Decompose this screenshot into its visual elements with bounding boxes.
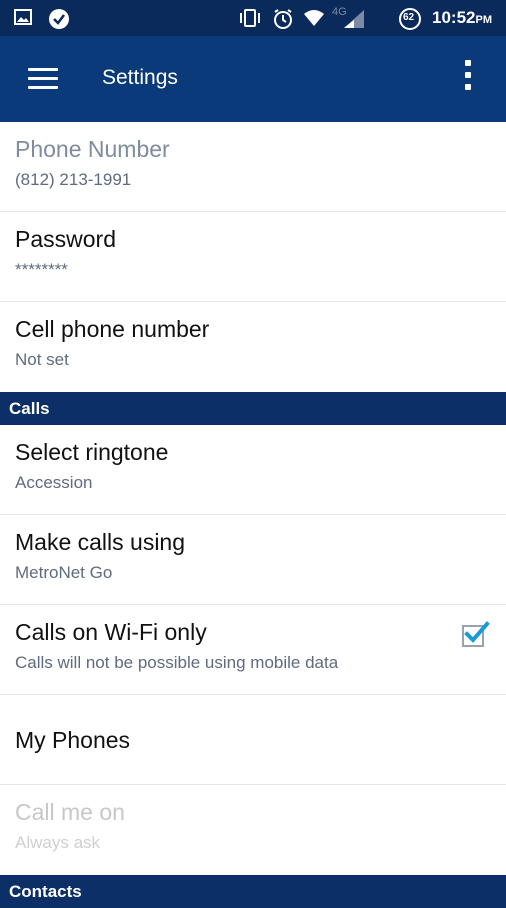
battery-level: 62 xyxy=(403,12,415,23)
more-options-icon[interactable] xyxy=(460,60,476,96)
page-title: Settings xyxy=(102,66,178,89)
cell-phone-number-item[interactable]: Cell phone number Not set xyxy=(0,302,506,392)
clock-time: 10:52 xyxy=(432,8,476,27)
call-me-on-item[interactable]: Call me on Always ask xyxy=(0,785,506,875)
clock-ampm: PM xyxy=(475,14,493,26)
my-phones-title: My Phones xyxy=(15,727,131,753)
wifi-icon xyxy=(302,8,326,33)
section-header-calls: Calls xyxy=(0,392,506,425)
settings-list: Phone Number (812) 213-1991 Password ***… xyxy=(0,122,506,908)
select-ringtone-value: Accession xyxy=(15,473,93,492)
make-calls-using-item[interactable]: Make calls using MetroNet Go xyxy=(0,515,506,605)
my-phones-item[interactable]: My Phones xyxy=(0,695,506,785)
image-icon xyxy=(14,8,32,31)
phone-number-item[interactable]: Phone Number (812) 213-1991 xyxy=(0,122,506,212)
clock: 10:52PM xyxy=(432,8,492,28)
make-calls-using-value: MetroNet Go xyxy=(15,563,113,582)
menu-icon[interactable] xyxy=(28,68,58,90)
call-me-on-title: Call me on xyxy=(15,799,125,825)
phone-number-value: (812) 213-1991 xyxy=(15,170,132,189)
check-circle-icon xyxy=(48,8,70,35)
battery-icon: 62 xyxy=(398,7,422,36)
password-value: ******** xyxy=(15,260,68,279)
alarm-icon xyxy=(272,8,294,35)
cell-phone-number-title: Cell phone number xyxy=(15,316,210,342)
vibrate-icon xyxy=(238,8,262,33)
checkmark-icon xyxy=(464,621,490,643)
call-me-on-value: Always ask xyxy=(15,833,101,852)
password-item[interactable]: Password ******** xyxy=(0,212,506,302)
make-calls-using-title: Make calls using xyxy=(15,529,186,555)
calls-on-wifi-only-item[interactable]: Calls on Wi-Fi only Calls will not be po… xyxy=(0,605,506,695)
cell-phone-number-value: Not set xyxy=(15,350,69,369)
calls-on-wifi-only-title: Calls on Wi-Fi only xyxy=(15,619,207,645)
section-header-contacts: Contacts xyxy=(0,875,506,908)
select-ringtone-item[interactable]: Select ringtone Accession xyxy=(0,425,506,515)
phone-number-title: Phone Number xyxy=(15,136,170,162)
select-ringtone-title: Select ringtone xyxy=(15,439,169,465)
status-bar: 4G 62 10:52PM xyxy=(0,0,506,36)
app-bar: Settings xyxy=(0,36,506,122)
wifi-only-checkbox[interactable] xyxy=(462,621,490,647)
calls-on-wifi-only-subtitle: Calls will not be possible using mobile … xyxy=(15,653,339,672)
password-title: Password xyxy=(15,226,116,252)
